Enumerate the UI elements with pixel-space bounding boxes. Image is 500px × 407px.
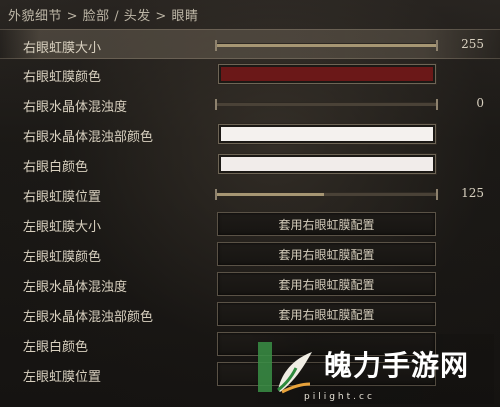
setting-row-right-lens-cloud-color[interactable]: 右眼水晶体混浊部颜色 [0, 119, 500, 149]
slider-min-cap [215, 99, 217, 110]
slider-max-cap [436, 189, 438, 200]
setting-label: 右眼虹膜位置 [23, 190, 102, 205]
slider-max-cap [436, 40, 438, 51]
right-lens-cloud-color-swatch[interactable] [218, 124, 436, 144]
slider-value: 125 [461, 186, 484, 200]
setting-row-right-lens-opacity[interactable]: 右眼水晶体混浊度 0 [0, 89, 500, 119]
leaf-logo-icon [258, 342, 312, 394]
setting-label: 右眼水晶体混浊度 [23, 100, 128, 115]
setting-label: 右眼虹膜大小 [23, 41, 102, 56]
option-text: 套用右眼虹膜配置 [278, 278, 375, 292]
setting-row-left-iris-color[interactable]: 左眼虹膜颜色 套用右眼虹膜配置 [0, 239, 500, 269]
watermark-text: 魄力手游网 [324, 349, 470, 382]
slider-min-cap [215, 189, 217, 200]
option-text: 套用右眼虹膜配置 [278, 248, 375, 262]
setting-row-right-sclera-color[interactable]: 右眼白颜色 [0, 149, 500, 179]
setting-label: 左眼白颜色 [23, 340, 89, 355]
option-text: 套用右眼虹膜配置 [278, 308, 375, 322]
breadcrumb: 外貌细节 > 脸部 / 头发 > 眼睛 [8, 9, 199, 24]
watermark: 魄力手游网 pilight.cc [244, 334, 494, 404]
watermark-url: pilight.cc [304, 392, 375, 402]
setting-label: 右眼白颜色 [23, 160, 89, 175]
setting-label: 左眼水晶体混浊度 [23, 280, 128, 295]
left-iris-size-option[interactable]: 套用右眼虹膜配置 [217, 212, 436, 236]
setting-row-left-lens-opacity[interactable]: 左眼水晶体混浊度 套用右眼虹膜配置 [0, 269, 500, 299]
setting-label: 左眼虹膜位置 [23, 370, 102, 385]
setting-label: 左眼虹膜大小 [23, 220, 102, 235]
setting-row-right-iris-color[interactable]: 右眼虹膜颜色 [0, 59, 500, 89]
right-iris-size-slider[interactable] [215, 40, 438, 51]
setting-label: 右眼水晶体混浊部颜色 [23, 130, 154, 145]
setting-label: 左眼虹膜颜色 [23, 250, 102, 265]
option-text: 套用右眼虹膜配置 [278, 218, 375, 232]
right-iris-position-slider[interactable] [215, 189, 438, 200]
right-lens-opacity-slider[interactable] [215, 99, 438, 110]
left-lens-cloud-color-option[interactable]: 套用右眼虹膜配置 [217, 302, 436, 326]
left-iris-color-option[interactable]: 套用右眼虹膜配置 [217, 242, 436, 266]
slider-value: 0 [476, 96, 484, 110]
right-sclera-color-swatch[interactable] [218, 154, 436, 174]
setting-row-left-lens-cloud-color[interactable]: 左眼水晶体混浊部颜色 套用右眼虹膜配置 [0, 299, 500, 329]
left-lens-opacity-option[interactable]: 套用右眼虹膜配置 [217, 272, 436, 296]
slider-fill [217, 193, 325, 196]
setting-row-left-iris-size[interactable]: 左眼虹膜大小 套用右眼虹膜配置 [0, 209, 500, 239]
setting-row-right-iris-size[interactable]: 右眼虹膜大小 255 [0, 29, 500, 59]
slider-min-cap [215, 40, 217, 51]
slider-fill [217, 44, 436, 47]
right-iris-color-swatch[interactable] [218, 64, 436, 84]
setting-label: 左眼水晶体混浊部颜色 [23, 310, 154, 325]
slider-value: 255 [461, 37, 484, 51]
setting-row-right-iris-position[interactable]: 右眼虹膜位置 125 [0, 179, 500, 209]
slider-max-cap [436, 99, 438, 110]
setting-label: 右眼虹膜颜色 [23, 70, 102, 85]
